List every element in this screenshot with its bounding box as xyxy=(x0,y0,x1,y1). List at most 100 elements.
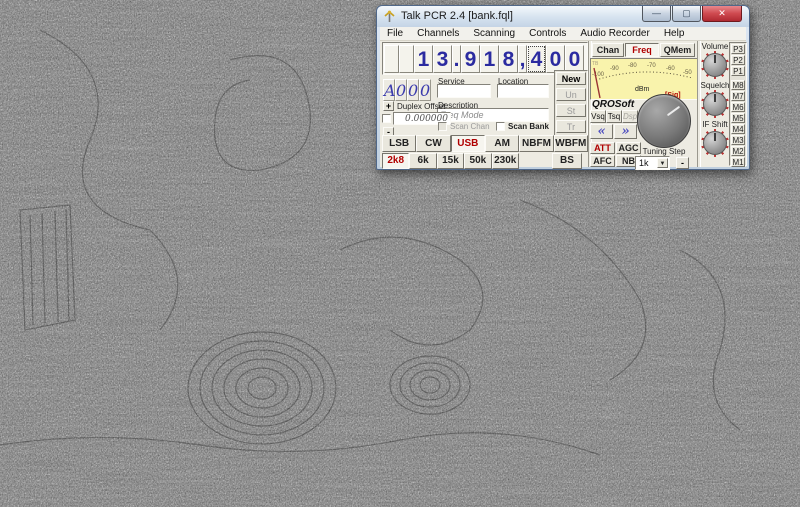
mode-usb-button[interactable]: USB xyxy=(451,135,485,152)
freq-digit[interactable]: 1 xyxy=(480,45,499,73)
app-icon xyxy=(383,10,396,23)
meter-tick: -70 xyxy=(647,63,656,69)
filter-6k-button[interactable]: 6k xyxy=(409,153,436,169)
step-down-icon[interactable]: « xyxy=(590,124,613,139)
mode-nbfm-button[interactable]: NBFM xyxy=(519,135,553,152)
meter-tick: -60 xyxy=(666,66,675,72)
meter-corner-label: TB xyxy=(592,61,599,67)
mode-cw-button[interactable]: CW xyxy=(416,135,450,152)
step-up-icon[interactable]: » xyxy=(614,124,637,139)
tuning-step-label: Tuning Step xyxy=(636,147,692,156)
meter-tick: -50 xyxy=(683,70,692,76)
memory-channel-display: A 0 0 0 xyxy=(383,79,431,101)
memory-cell[interactable]: 0 xyxy=(395,79,407,101)
memory-m8-button[interactable]: M8 xyxy=(731,80,745,90)
if-shift-knob[interactable] xyxy=(701,129,729,157)
location-input[interactable] xyxy=(497,84,549,98)
filter-230k-button[interactable]: 230k xyxy=(492,153,519,169)
minimize-icon[interactable]: — xyxy=(642,6,671,22)
menu-help[interactable]: Help xyxy=(657,27,692,40)
freq-digit[interactable]: 4 xyxy=(527,45,546,73)
un-button[interactable]: Un xyxy=(556,88,586,101)
memory-m5-button[interactable]: M5 xyxy=(731,113,745,123)
meter-tick: -80 xyxy=(628,63,637,69)
filter-2k8-button[interactable]: 2k8 xyxy=(382,153,409,169)
menu-file[interactable]: File xyxy=(380,27,410,40)
tuning-step-select[interactable]: 1k ▼ xyxy=(635,156,670,170)
menu-scanning[interactable]: Scanning xyxy=(466,27,522,40)
meter-unit-label: dBm xyxy=(635,86,650,93)
tr-button[interactable]: Tr xyxy=(556,120,586,133)
mode-am-button[interactable]: AM xyxy=(485,135,519,152)
freq-digit[interactable]: 0 xyxy=(565,45,584,73)
tab-qmem[interactable]: QMem xyxy=(660,43,695,57)
vsq-button[interactable]: Vsq xyxy=(590,110,606,123)
tab-freq[interactable]: Freq xyxy=(625,43,659,57)
scan-chan-label: Scan Chan xyxy=(450,122,490,131)
freq-digit[interactable]: 9 xyxy=(461,45,480,73)
filter-15k-button[interactable]: 15k xyxy=(437,153,464,169)
menu-controls[interactable]: Controls xyxy=(522,27,573,40)
mode-lsb-button[interactable]: LSB xyxy=(382,135,416,152)
tuning-step-value: 1k xyxy=(639,158,649,168)
tsq-button[interactable]: Tsq xyxy=(606,110,622,123)
preset-p2-button[interactable]: P2 xyxy=(731,55,745,65)
freq-digit[interactable]: 0 xyxy=(546,45,565,73)
maximize-icon[interactable]: ▢ xyxy=(672,6,701,22)
memory-cell[interactable]: A xyxy=(383,79,395,101)
knob-indicator xyxy=(667,106,680,116)
tab-chan[interactable]: Chan xyxy=(592,43,624,57)
scan-chan-checkbox[interactable] xyxy=(438,122,447,131)
knob-indicator xyxy=(714,55,716,63)
freq-digit[interactable] xyxy=(399,45,414,73)
memory-cell[interactable]: 0 xyxy=(419,79,431,101)
freq-separator: . xyxy=(452,45,461,73)
new-button[interactable]: New xyxy=(556,72,586,85)
memory-m2-button[interactable]: M2 xyxy=(731,146,745,156)
service-input[interactable] xyxy=(437,84,491,98)
filter-button-row: 2k8 6k 15k 50k 230k xyxy=(382,153,519,169)
memory-m1-button[interactable]: M1 xyxy=(731,157,745,167)
knob-indicator xyxy=(714,94,716,102)
chevron-down-icon[interactable]: ▼ xyxy=(657,158,668,168)
knob-indicator xyxy=(714,133,716,141)
tuning-step-minus-button[interactable]: - xyxy=(676,157,689,169)
memory-cell[interactable]: 0 xyxy=(407,79,419,101)
att-button[interactable]: ATT xyxy=(590,142,615,154)
scan-bank-label: Scan Bank xyxy=(508,122,549,131)
preset-p1-button[interactable]: P1 xyxy=(731,66,745,76)
dsp-button[interactable]: Dsp xyxy=(622,110,638,123)
preset-p3-button[interactable]: P3 xyxy=(731,44,745,54)
tuning-knob[interactable] xyxy=(637,94,691,148)
duplex-checkbox[interactable] xyxy=(382,114,391,123)
menu-channels[interactable]: Channels xyxy=(410,27,466,40)
duplex-offset-label: Duplex Offset xyxy=(397,102,445,111)
signal-meter: TB -100 -90 -80 -70 -60 -50 dBm [Sig] xyxy=(590,58,698,100)
memory-m3-button[interactable]: M3 xyxy=(731,135,745,145)
freq-separator: , xyxy=(518,45,527,73)
close-icon[interactable]: ✕ xyxy=(702,6,742,22)
menu-audio-recorder[interactable]: Audio Recorder xyxy=(573,27,656,40)
freq-digit[interactable] xyxy=(384,45,399,73)
description-input[interactable] xyxy=(437,108,549,122)
brand-label: QROSoft xyxy=(592,99,634,110)
afc-button[interactable]: AFC xyxy=(590,155,615,167)
memory-m6-button[interactable]: M6 xyxy=(731,102,745,112)
meter-tick: -90 xyxy=(610,66,619,72)
filter-bs-button[interactable]: BS xyxy=(552,153,582,169)
st-button[interactable]: St xyxy=(556,104,586,117)
squelch-knob[interactable] xyxy=(701,90,729,118)
duplex-plus-button[interactable]: + xyxy=(383,101,394,111)
mode-wbfm-button[interactable]: WBFM xyxy=(554,135,588,152)
volume-knob[interactable] xyxy=(701,51,729,79)
freq-digit[interactable]: 1 xyxy=(414,45,433,73)
freq-digit[interactable]: 3 xyxy=(433,45,452,73)
meter-tick: -100 xyxy=(592,72,605,78)
freq-digit[interactable]: 8 xyxy=(499,45,518,73)
filter-50k-button[interactable]: 50k xyxy=(464,153,491,169)
mode-button-row: LSB CW USB AM NBFM WBFM xyxy=(382,135,588,152)
memory-m7-button[interactable]: M7 xyxy=(731,91,745,101)
scan-bank-checkbox[interactable] xyxy=(496,122,505,131)
memory-m4-button[interactable]: M4 xyxy=(731,124,745,134)
title-bar[interactable]: Talk PCR 2.4 [bank.fql] — ▢ ✕ xyxy=(377,6,749,27)
